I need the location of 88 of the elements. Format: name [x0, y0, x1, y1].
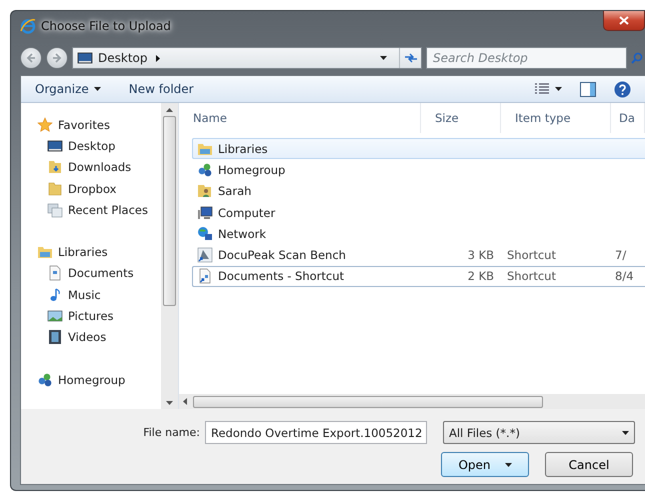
- file-name: Sarah: [218, 184, 252, 198]
- caret-icon: [622, 430, 629, 434]
- cancel-button[interactable]: Cancel: [545, 452, 633, 477]
- download-folder-icon: [47, 159, 63, 176]
- navigation-item[interactable]: Dropbox: [37, 178, 161, 200]
- open-button[interactable]: Open: [441, 452, 529, 477]
- file-row[interactable]: Network: [192, 223, 645, 244]
- navigation-item[interactable]: Music: [37, 284, 161, 306]
- navigation-item[interactable]: Videos: [37, 326, 161, 348]
- navigation-item[interactable]: Documents: [37, 262, 161, 284]
- file-row[interactable]: Homegroup: [192, 159, 645, 181]
- date-modified: 8/4: [615, 269, 634, 284]
- search-icon: [631, 52, 643, 64]
- arrow-left-icon: [26, 53, 36, 63]
- date-modified: 7/: [615, 248, 626, 262]
- navigation-item[interactable]: Pictures: [37, 305, 161, 327]
- file-name-field[interactable]: Redondo Overtime Export.10052012: [205, 421, 427, 444]
- folder-icon: [47, 180, 63, 197]
- file-name-label: File name:: [143, 426, 200, 439]
- breadcrumb-location[interactable]: Desktop: [98, 51, 148, 65]
- library-folder-icon: [37, 244, 53, 260]
- homegroup-icon: [37, 372, 53, 388]
- file-row[interactable]: Sarah: [192, 180, 645, 202]
- navigation-group[interactable]: Favorites: [37, 114, 161, 136]
- new-folder-button[interactable]: New folder: [128, 82, 194, 96]
- back-button[interactable]: [20, 47, 42, 69]
- scroll-down-icon[interactable]: [166, 401, 173, 405]
- computer-icon: [197, 204, 213, 221]
- horizontal-scrollbar[interactable]: [179, 394, 645, 409]
- file-row[interactable]: Documents - Shortcut 2 KB Shortcut 8/4: [192, 266, 645, 288]
- file-name: Network: [218, 226, 266, 241]
- navigation-group[interactable]: Libraries: [37, 241, 161, 263]
- file-row[interactable]: Libraries: [192, 138, 645, 160]
- file-type-dropdown[interactable]: All Files (*.*): [443, 421, 635, 444]
- organize-button[interactable]: Organize: [35, 82, 101, 96]
- close-button[interactable]: [603, 11, 645, 31]
- recent-places-icon: [47, 202, 63, 218]
- user-folder-icon: [197, 183, 213, 200]
- item-type: Shortcut: [507, 248, 556, 262]
- column-header[interactable]: Da: [611, 103, 645, 133]
- arrow-right-icon: [52, 53, 62, 63]
- column-header[interactable]: Size: [421, 103, 501, 133]
- window-title: Choose File to Upload: [41, 19, 171, 33]
- file-size: 2 KB: [468, 269, 494, 284]
- homegroup-icon: [197, 162, 213, 178]
- browser-logo-icon: [20, 18, 36, 34]
- file-name: Computer: [218, 206, 276, 220]
- address-bar[interactable]: Desktop: [72, 47, 422, 69]
- caret-icon: [94, 87, 101, 91]
- caret-icon: [504, 462, 512, 466]
- file-row[interactable]: DocuPeak Scan Bench 3 KB Shortcut 7/: [192, 244, 645, 266]
- refresh-arrows-icon: [404, 52, 418, 64]
- monitor-icon: [77, 50, 93, 66]
- vertical-scrollbar[interactable]: [161, 103, 178, 409]
- chevron-right-icon: [156, 54, 160, 62]
- document-icon: [47, 265, 63, 282]
- network-icon: [197, 226, 213, 242]
- file-name: Libraries: [218, 142, 268, 156]
- scroll-left-icon[interactable]: [183, 398, 187, 405]
- scroll-thumb[interactable]: [163, 116, 176, 306]
- help-button[interactable]: [614, 80, 631, 98]
- file-name: DocuPeak Scan Bench: [218, 248, 346, 262]
- column-header[interactable]: Name: [179, 103, 421, 133]
- scroll-thumb[interactable]: [193, 396, 543, 408]
- caret-icon: [555, 87, 562, 91]
- monitor-icon: [47, 138, 63, 154]
- forward-button[interactable]: [46, 47, 68, 69]
- file-row[interactable]: Computer: [192, 202, 645, 224]
- navigation-item[interactable]: Desktop: [37, 135, 161, 157]
- film-strip-icon: [47, 329, 63, 346]
- view-options-button[interactable]: [534, 83, 562, 95]
- star-icon: [37, 116, 53, 133]
- navigation-item[interactable]: Recent Places: [37, 199, 161, 220]
- search-field[interactable]: Search Desktop: [426, 47, 627, 69]
- close-icon: [619, 16, 629, 25]
- document-shortcut-icon: [197, 268, 213, 284]
- navigation-item[interactable]: Downloads: [37, 156, 161, 178]
- shortcut-icon: [197, 247, 213, 264]
- file-name: Homegroup: [218, 162, 286, 177]
- pictures-icon: [47, 308, 63, 324]
- column-header[interactable]: Item type: [501, 103, 611, 133]
- navigation-group[interactable]: Homegroup: [37, 368, 161, 390]
- caret-icon: [380, 56, 386, 60]
- file-size: 3 KB: [468, 248, 494, 262]
- preview-pane-button[interactable]: [580, 82, 596, 96]
- scroll-up-icon[interactable]: [166, 108, 173, 112]
- item-type: Shortcut: [507, 269, 556, 284]
- file-name: Documents - Shortcut: [218, 269, 344, 284]
